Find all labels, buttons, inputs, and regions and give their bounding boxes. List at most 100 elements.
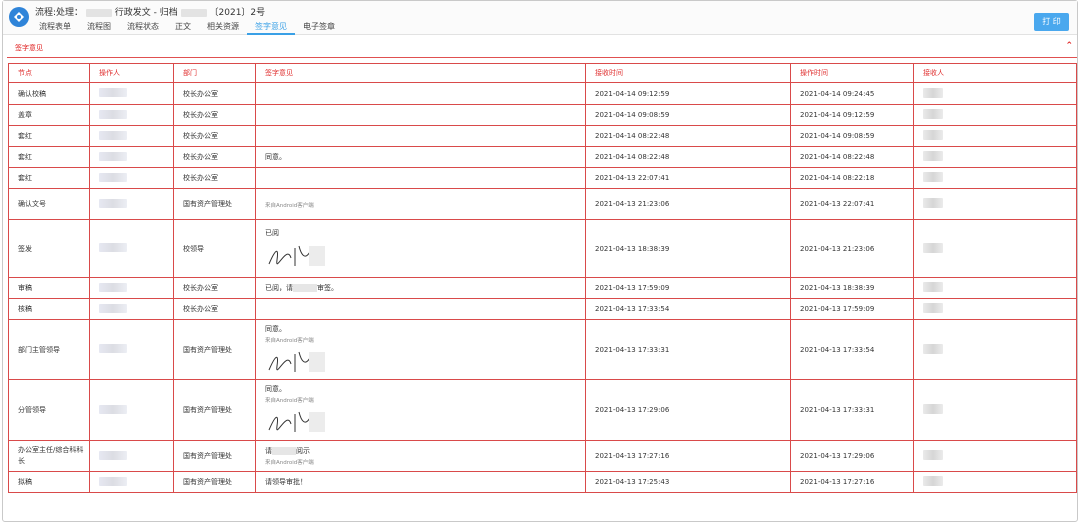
cell-node: 签发	[8, 219, 90, 278]
cell-opinion: 已阅，请 审签。	[255, 277, 586, 299]
cell-department: 国有资产管理处	[173, 471, 256, 493]
tab-e-seal[interactable]: 电子签章	[295, 20, 343, 35]
redacted-recipient	[923, 109, 943, 119]
cell-department: 国有资产管理处	[173, 319, 256, 380]
cell-operator	[89, 379, 174, 441]
cell-operation-time: 2021-04-13 18:38:39	[790, 277, 914, 299]
redacted-recipient	[923, 87, 943, 98]
opinions-table: 节点 操作人 部门 签字意见 接收时间 操作时间 接收人 确认校稿 校长办公室 20…	[8, 63, 1077, 493]
cell-received-time: 2021-04-13 17:33:54	[585, 298, 791, 320]
cell-recipient	[913, 471, 1077, 493]
tab-body-text[interactable]: 正文	[167, 20, 199, 35]
redacted-block	[85, 8, 112, 17]
tab-related-resources[interactable]: 相关资源	[199, 20, 247, 35]
cell-opinion: 同意。	[255, 146, 586, 168]
table-row: 确认文号 国有资产管理处 来自Android客户端 2021-04-13 21:23:…	[8, 188, 1077, 220]
tab-flowchart[interactable]: 流程图	[79, 20, 119, 35]
double-chevron-up-icon[interactable]: ⌃	[1065, 41, 1073, 51]
cell-operation-time: 2021-04-13 17:33:54	[790, 319, 914, 380]
cell-operation-time: 2021-04-14 09:08:59	[790, 125, 914, 147]
redacted-recipient	[923, 450, 943, 460]
redacted-name	[99, 404, 127, 414]
cell-operator	[89, 298, 174, 320]
opinion-tail: 审签。	[317, 284, 338, 292]
handwritten-signature-image	[268, 411, 325, 432]
cell-operator	[89, 471, 174, 493]
opinion-text: 请 阅示	[265, 446, 585, 456]
cell-opinion: 请领导审批！	[255, 471, 586, 493]
cell-node: 拟稿	[8, 471, 90, 493]
redacted-name	[99, 450, 127, 460]
cell-opinion	[255, 82, 586, 105]
cell-recipient	[913, 440, 1077, 472]
redacted-recipient	[923, 172, 943, 182]
cell-received-time: 2021-04-13 17:59:09	[585, 277, 791, 299]
opinion-main: 已阅，请	[265, 284, 293, 292]
print-button[interactable]: 打 印	[1034, 13, 1069, 31]
cell-opinion: 请 阅示 来自Android客户端	[255, 440, 586, 472]
cell-operation-time: 2021-04-13 17:59:09	[790, 298, 914, 320]
cell-department: 校长办公室	[173, 104, 256, 126]
tab-flow-status[interactable]: 流程状态	[119, 20, 167, 35]
cell-recipient	[913, 219, 1077, 278]
table-row: 确认校稿 校长办公室 2021-04-14 09:12:59 2021-04-14 0…	[8, 82, 1077, 105]
cell-operation-time: 2021-04-13 21:23:06	[790, 219, 914, 278]
cell-recipient	[913, 188, 1077, 220]
cell-recipient	[913, 379, 1077, 441]
opinion-main: 同意。	[265, 385, 286, 393]
table-row: 拟稿 国有资产管理处 请领导审批！ 2021-04-13 17:25:43 2021-0…	[8, 471, 1077, 493]
cell-department: 校领导	[173, 219, 256, 278]
column-header-operator: 操作人	[89, 63, 174, 83]
cell-department: 校长办公室	[173, 167, 256, 189]
opinion-main: 请领导审批！	[265, 478, 307, 486]
cell-operation-time: 2021-04-14 09:24:45	[790, 82, 914, 105]
cell-operation-time: 2021-04-13 17:33:31	[790, 379, 914, 441]
cell-received-time: 2021-04-13 22:07:41	[585, 167, 791, 189]
cell-operation-time: 2021-04-14 09:12:59	[790, 104, 914, 126]
cell-operator	[89, 82, 174, 105]
cell-recipient	[913, 104, 1077, 126]
tab-bar: 流程表单 流程图 流程状态 正文 相关资源 签字意见 电子签章	[31, 20, 343, 35]
cell-department: 国有资产管理处	[173, 440, 256, 472]
tab-form[interactable]: 流程表单	[31, 20, 79, 35]
cell-operator	[89, 104, 174, 126]
redacted-name	[99, 303, 127, 313]
title-prefix: 流程:处理：	[35, 8, 84, 18]
table-row: 签发 校领导 已阅 2021-04-13 18:38:39 2021-04-13 21:…	[8, 219, 1077, 278]
cell-node: 确认文号	[8, 188, 90, 220]
opinion-text: 已阅，请 审签。	[265, 283, 585, 293]
cell-operator	[89, 167, 174, 189]
cell-department: 国有资产管理处	[173, 379, 256, 441]
cell-received-time: 2021-04-13 17:29:06	[585, 379, 791, 441]
column-header-received-time: 接收时间	[585, 63, 791, 83]
cell-opinion	[255, 125, 586, 147]
cell-received-time: 2021-04-13 21:23:06	[585, 188, 791, 220]
cell-node: 分管领导	[8, 379, 90, 441]
redacted-name	[99, 198, 127, 208]
cell-operation-time: 2021-04-14 08:22:18	[790, 167, 914, 189]
redacted-recipient	[923, 476, 943, 486]
cell-department: 校长办公室	[173, 146, 256, 168]
redacted-recipient	[923, 130, 943, 140]
redacted-name	[99, 88, 127, 97]
table-row: 部门主管领导 国有资产管理处 同意。 来自Android客户端 2021-04-13 1…	[8, 319, 1077, 380]
cell-received-time: 2021-04-14 08:22:48	[585, 146, 791, 168]
column-header-node: 节点	[8, 63, 90, 83]
cell-node: 审稿	[8, 277, 90, 299]
cell-recipient	[913, 125, 1077, 147]
cell-node: 套红	[8, 167, 90, 189]
redacted-name	[99, 243, 127, 252]
cell-opinion	[255, 298, 586, 320]
tab-signing-opinions[interactable]: 签字意见	[247, 20, 295, 35]
column-header-operation-time: 操作时间	[790, 63, 914, 83]
redacted-recipient	[923, 303, 943, 313]
redacted-name	[99, 172, 127, 182]
column-header-department: 部门	[173, 63, 256, 83]
opinion-main: 请	[265, 447, 272, 455]
page-title: 流程:处理： 行政发文 - 归档 〔2021〕2号	[35, 5, 265, 18]
table-row: 审稿 校长办公室 已阅，请 审签。 2021-04-13 17:59:09 2021-04…	[8, 277, 1077, 299]
cell-node: 套红	[8, 125, 90, 147]
column-header-opinion: 签字意见	[255, 63, 586, 83]
table-row: 套红 校长办公室 同意。 2021-04-14 08:22:48 2021-04-14 …	[8, 146, 1077, 168]
client-source-label: 来自Android客户端	[265, 337, 314, 344]
